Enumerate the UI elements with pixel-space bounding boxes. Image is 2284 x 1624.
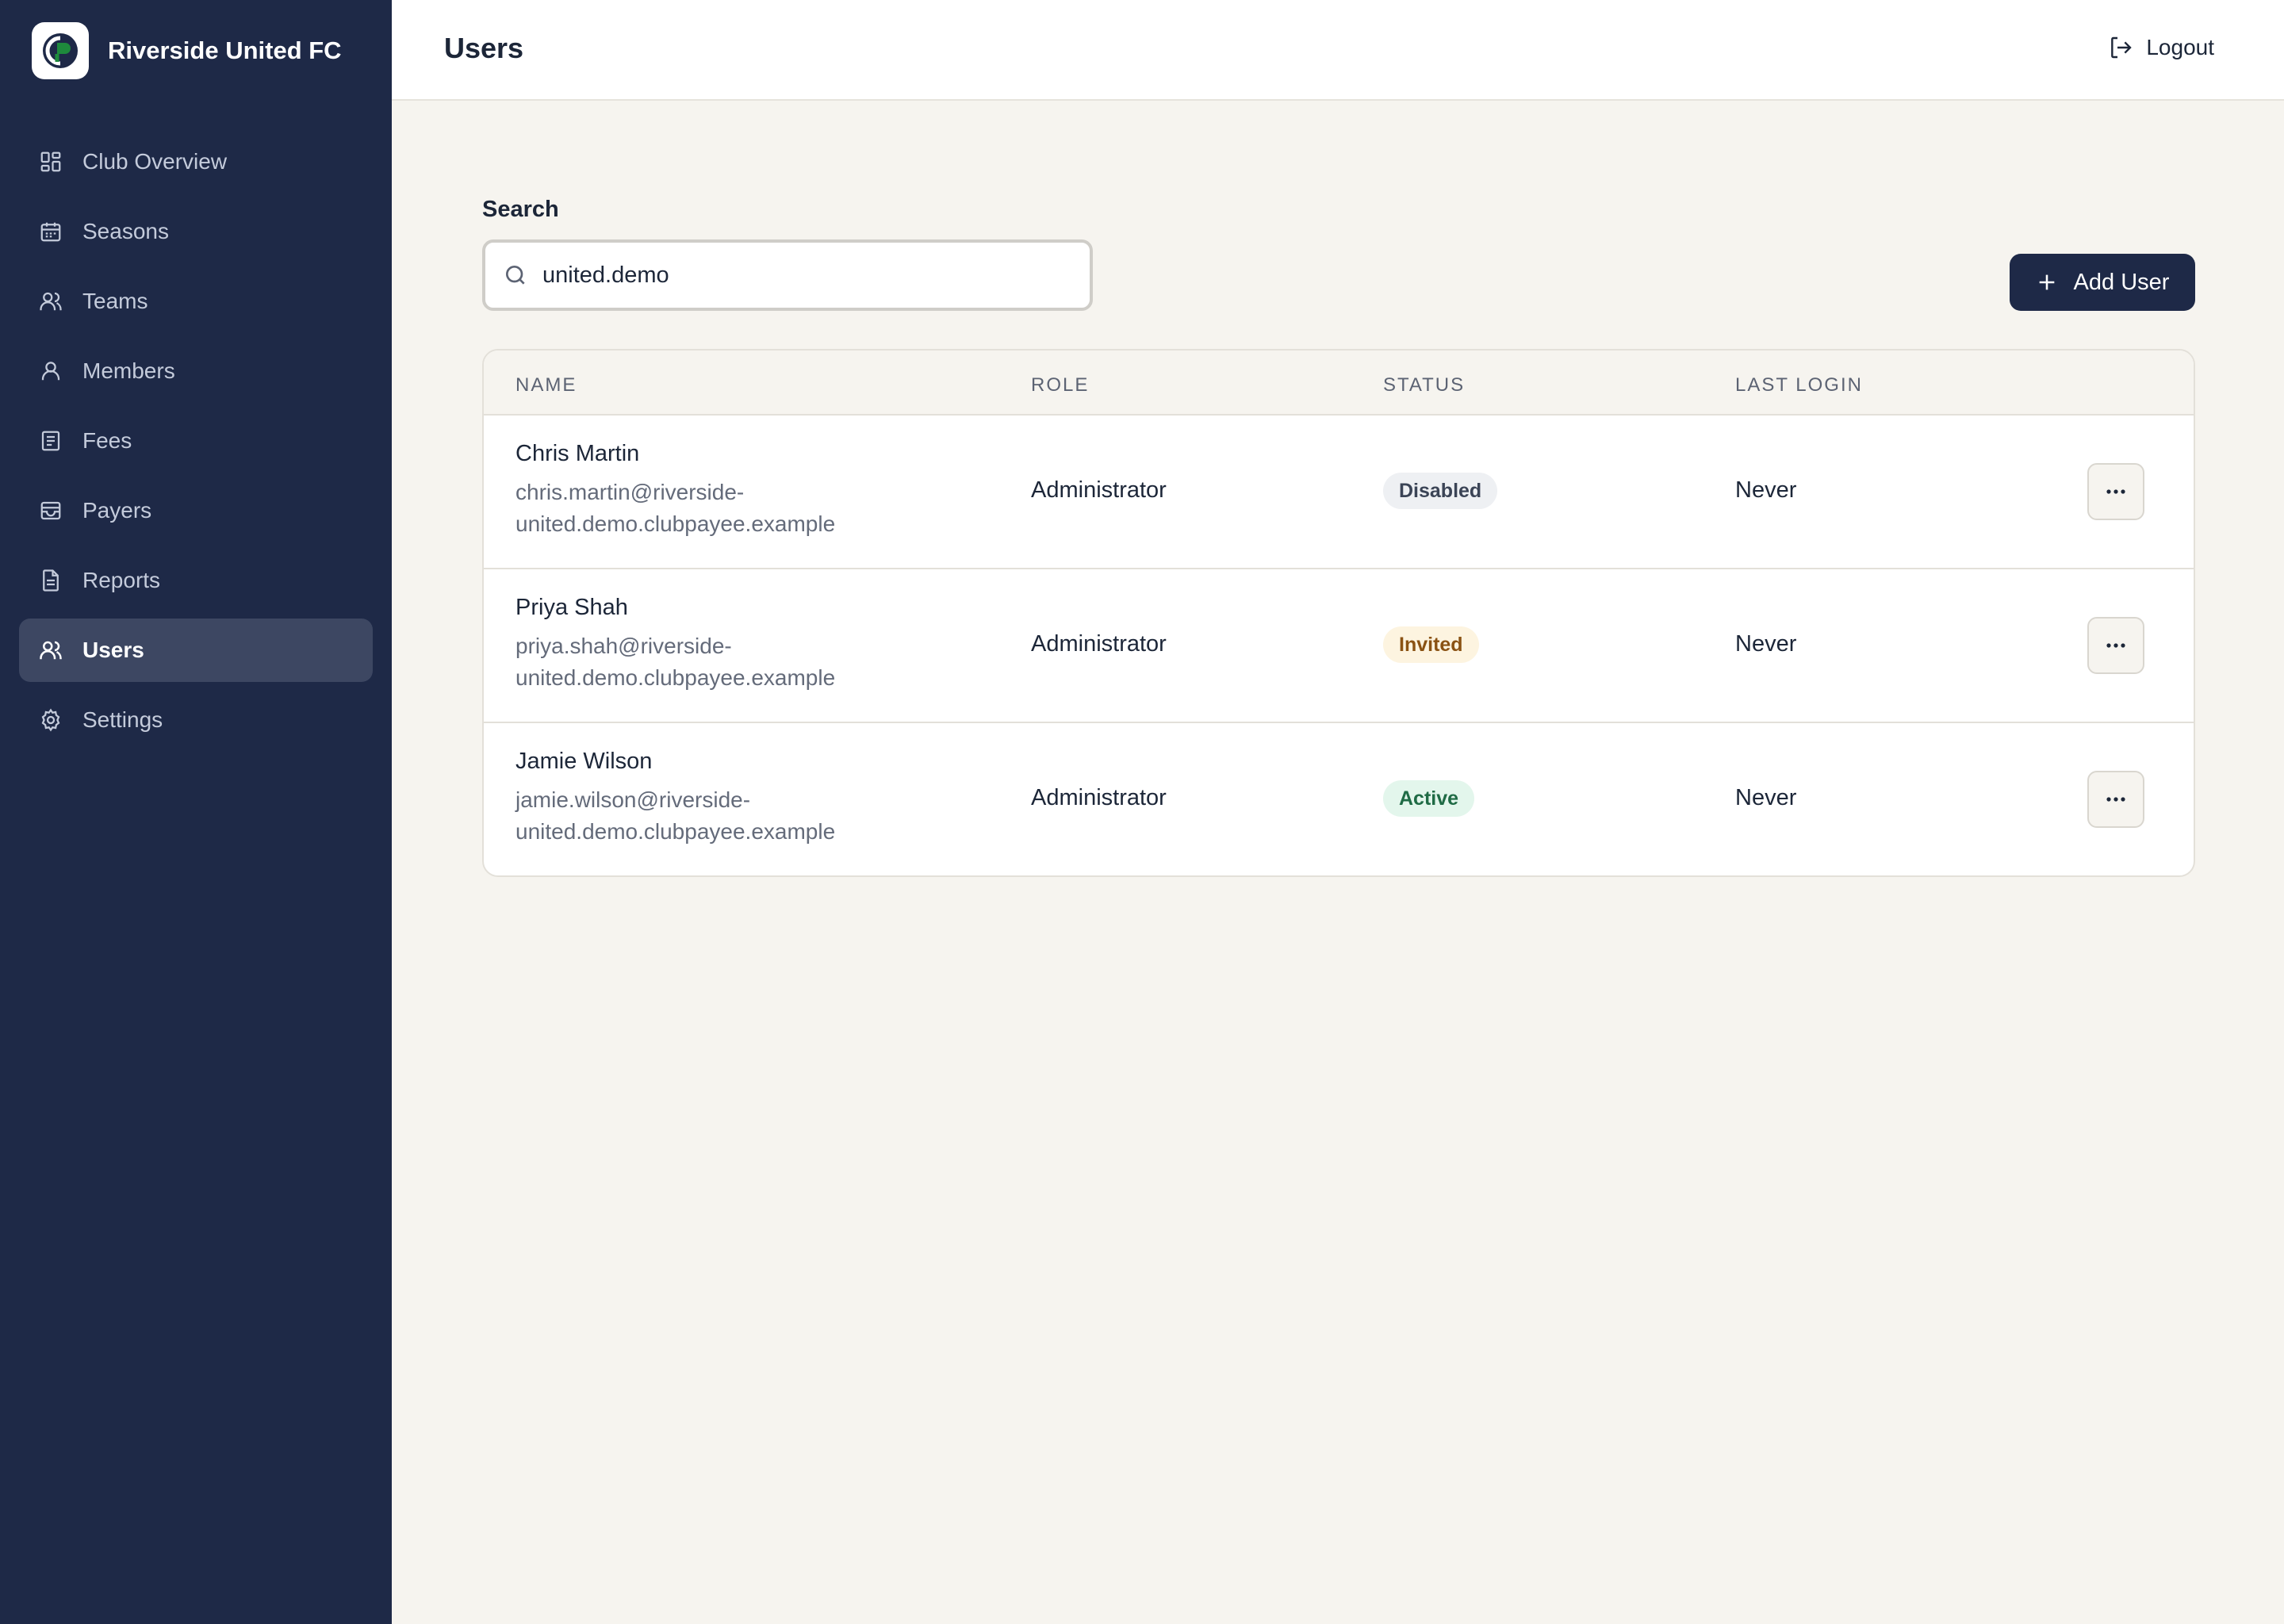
sidebar-item-label: Teams: [82, 289, 148, 313]
table-row: Chris Martin chris.martin@riverside- uni…: [484, 416, 2194, 569]
club-name: Riverside United FC: [108, 36, 342, 64]
user-email-line: united.demo.clubpayee.example: [515, 819, 836, 844]
column-header-status: Status: [1383, 374, 1466, 396]
status-badge: Disabled: [1383, 473, 1498, 509]
more-horizontal-icon: [2106, 489, 2125, 494]
top-header: Users Logout: [392, 0, 2284, 101]
table-row: Priya Shah priya.shah@riverside- united.…: [484, 569, 2194, 723]
gear-icon: [38, 707, 63, 733]
sidebar-item-payers[interactable]: Payers: [19, 479, 373, 542]
sidebar-item-label: Seasons: [82, 219, 169, 243]
add-user-label: Add User: [2073, 269, 2170, 295]
search-icon: [506, 266, 525, 285]
logout-label: Logout: [2146, 35, 2214, 59]
search-input[interactable]: [542, 262, 1082, 289]
plus-icon: [2039, 274, 2054, 290]
logout-button[interactable]: Logout: [2108, 35, 2214, 60]
column-header-last-login: Last Login: [1735, 374, 1863, 396]
search-label: Search: [482, 197, 559, 222]
sidebar-item-users[interactable]: Users: [19, 619, 373, 682]
user-role: Administrator: [1031, 785, 1167, 810]
sidebar-item-reports[interactable]: Reports: [19, 549, 373, 612]
user-email-line: priya.shah@riverside-: [515, 634, 732, 658]
document-icon: [38, 568, 63, 593]
sidebar-item-teams[interactable]: Teams: [19, 270, 373, 333]
status-badge: Active: [1383, 780, 1475, 817]
user-email: jamie.wilson@riverside- united.demo.club…: [515, 784, 912, 848]
user-email: chris.martin@riverside- united.demo.club…: [515, 477, 912, 540]
user-email-line: united.demo.clubpayee.example: [515, 665, 836, 690]
user-role: Administrator: [1031, 631, 1167, 657]
sidebar-item-label: Payers: [82, 498, 152, 523]
calendar-icon: [38, 219, 63, 244]
column-header-role: Role: [1031, 374, 1090, 396]
sidebar-item-club-overview[interactable]: Club Overview: [19, 130, 373, 193]
table-header: Name Role Status Last Login: [484, 350, 2194, 416]
club-logo-icon: [32, 22, 89, 79]
sidebar-item-label: Settings: [82, 707, 163, 732]
row-actions-button[interactable]: [2087, 617, 2144, 674]
row-actions-button[interactable]: [2087, 771, 2144, 828]
add-user-button[interactable]: Add User: [2010, 254, 2195, 311]
page-title: Users: [444, 32, 524, 64]
user-last-login: Never: [1735, 785, 1797, 810]
wallet-icon: [38, 498, 63, 523]
sidebar-item-members[interactable]: Members: [19, 339, 373, 403]
sidebar: Riverside United FC Club Overview Season…: [0, 0, 392, 1624]
user-icon: [38, 358, 63, 384]
users-table: Name Role Status Last Login Chris Martin…: [482, 349, 2195, 877]
user-name: Chris Martin: [515, 441, 640, 466]
user-role: Administrator: [1031, 477, 1167, 503]
user-cell: Jamie Wilson jamie.wilson@riverside- uni…: [515, 749, 912, 848]
search-field[interactable]: [482, 239, 1093, 311]
grid-icon: [38, 149, 63, 174]
sidebar-item-label: Club Overview: [82, 149, 228, 174]
sidebar-item-label: Members: [82, 358, 175, 383]
user-last-login: Never: [1735, 631, 1797, 657]
user-last-login: Never: [1735, 477, 1797, 503]
user-email-line: united.demo.clubpayee.example: [515, 511, 836, 536]
row-actions-button[interactable]: [2087, 463, 2144, 520]
user-email: priya.shah@riverside- united.demo.clubpa…: [515, 630, 912, 694]
sidebar-item-label: Reports: [82, 568, 161, 592]
users-icon: [38, 638, 63, 663]
sidebar-item-label: Users: [82, 638, 144, 662]
sidebar-item-fees[interactable]: Fees: [19, 409, 373, 473]
brand[interactable]: Riverside United FC: [32, 22, 342, 79]
user-name: Jamie Wilson: [515, 749, 653, 774]
user-cell: Chris Martin chris.martin@riverside- uni…: [515, 441, 912, 540]
user-email-line: chris.martin@riverside-: [515, 480, 745, 504]
user-cell: Priya Shah priya.shah@riverside- united.…: [515, 595, 912, 694]
status-badge: Invited: [1383, 626, 1479, 663]
sidebar-item-settings[interactable]: Settings: [19, 688, 373, 752]
sidebar-nav: Club Overview Seasons Teams Members Fees: [19, 130, 373, 758]
user-name: Priya Shah: [515, 595, 628, 620]
more-horizontal-icon: [2106, 797, 2125, 802]
logout-icon: [2111, 36, 2133, 59]
sidebar-item-seasons[interactable]: Seasons: [19, 200, 373, 263]
users-icon: [38, 289, 63, 314]
table-row: Jamie Wilson jamie.wilson@riverside- uni…: [484, 723, 2194, 875]
sidebar-item-label: Fees: [82, 428, 132, 453]
column-header-name: Name: [515, 374, 577, 396]
receipt-icon: [38, 428, 63, 454]
more-horizontal-icon: [2106, 643, 2125, 648]
user-email-line: jamie.wilson@riverside-: [515, 787, 751, 812]
